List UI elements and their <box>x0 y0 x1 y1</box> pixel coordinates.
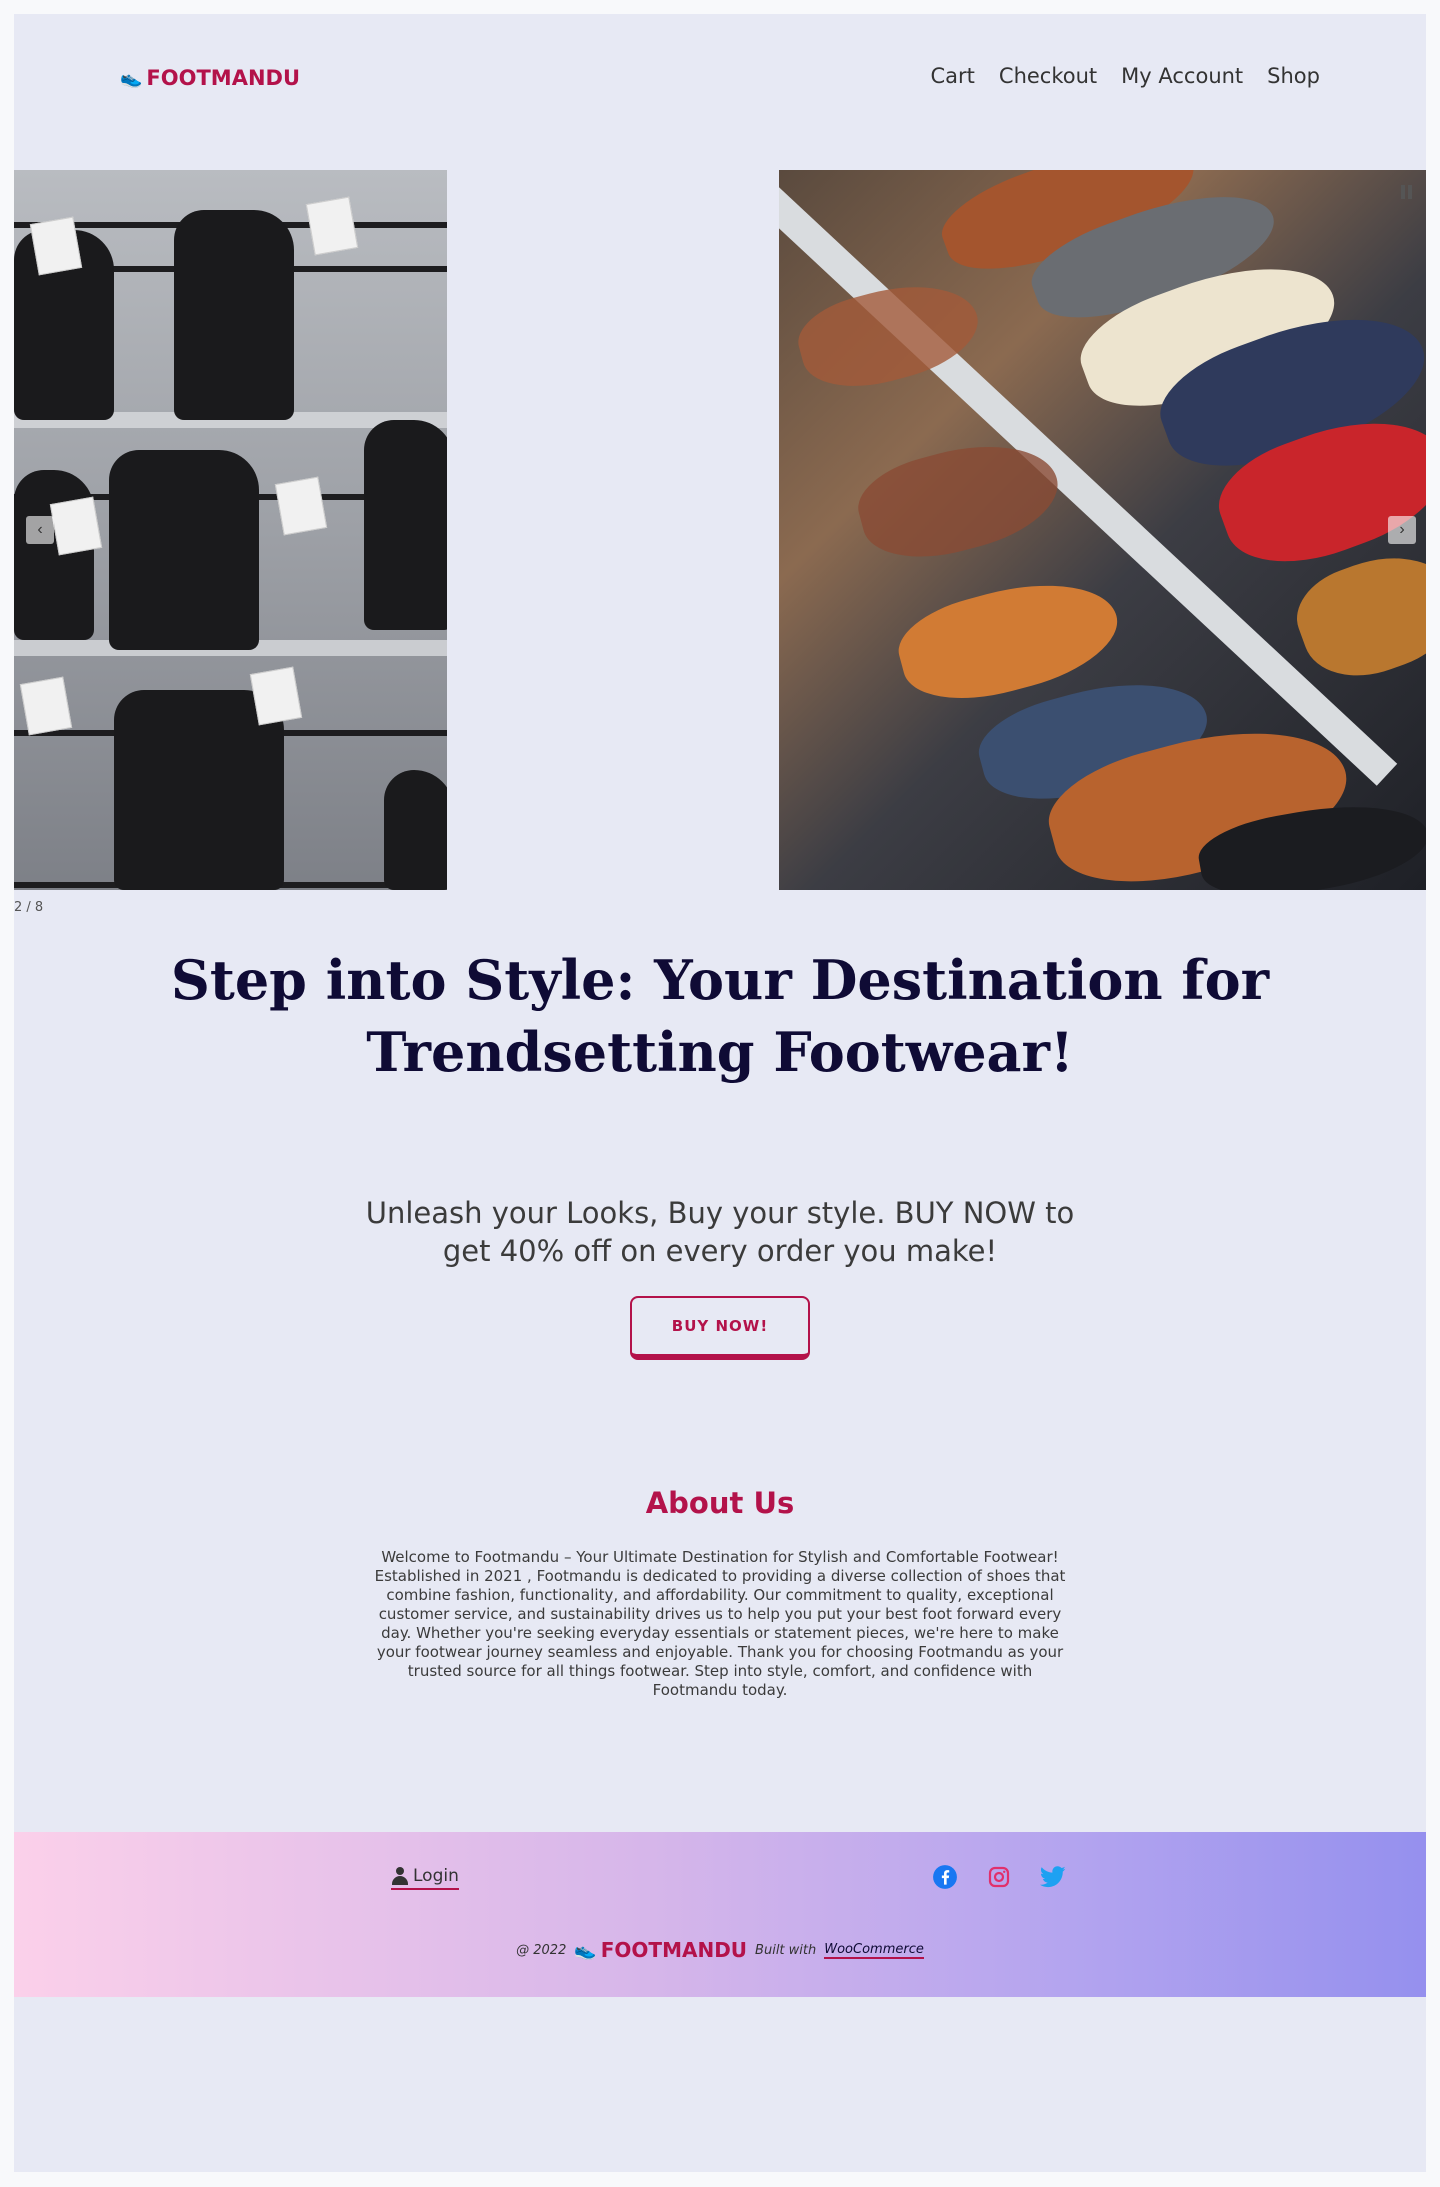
user-icon <box>391 1867 409 1885</box>
chevron-right-icon: › <box>1399 521 1405 538</box>
shoe-icon: 👟 <box>574 1939 597 1961</box>
page: 👟 FOOTMANDU Cart Checkout My Account Sho… <box>14 14 1426 2172</box>
twitter-icon[interactable] <box>1040 1864 1066 1890</box>
slider-pause-button[interactable] <box>1392 178 1420 206</box>
footer-logo-text: FOOTMANDU <box>600 1938 748 1962</box>
copyright-year: @ 2022 <box>516 1942 567 1958</box>
buy-now-button[interactable]: BUY NOW! <box>630 1296 810 1360</box>
site-logo-text: FOOTMANDU <box>146 66 301 90</box>
woocommerce-link[interactable]: WooCommerce <box>824 1942 924 1959</box>
slide-shoes-image <box>779 170 1426 890</box>
hero-title: Step into Style: Your Destination for Tr… <box>170 948 1270 1084</box>
social-links <box>932 1864 1066 1890</box>
image-slider[interactable]: ‹ › <box>14 170 1426 890</box>
slider-prev-button[interactable]: ‹ <box>26 516 54 544</box>
chevron-left-icon: ‹ <box>37 521 43 538</box>
about-title: About Us <box>645 1486 795 1520</box>
nav-cart[interactable]: Cart <box>931 64 975 88</box>
nav-my-account[interactable]: My Account <box>1121 64 1243 88</box>
built-with-text: Built with <box>755 1942 817 1958</box>
login-label: Login <box>413 1866 459 1886</box>
slider-next-button[interactable]: › <box>1388 516 1416 544</box>
main-nav: Cart Checkout My Account Shop <box>931 64 1321 88</box>
shoe-icon: 👟 <box>120 67 143 89</box>
facebook-icon[interactable] <box>932 1864 958 1890</box>
footer-logo[interactable]: 👟 FOOTMANDU <box>574 1938 747 1962</box>
site-logo[interactable]: 👟 FOOTMANDU <box>120 66 300 90</box>
nav-shop[interactable]: Shop <box>1267 64 1320 88</box>
site-header: 👟 FOOTMANDU Cart Checkout My Account Sho… <box>14 14 1426 170</box>
login-link[interactable]: Login <box>391 1866 459 1890</box>
copyright-bar: @ 2022 👟 FOOTMANDU Built with WooCommerc… <box>14 1938 1426 1962</box>
hero-subtitle: Unleash your Looks, Buy your style. BUY … <box>365 1196 1075 1268</box>
instagram-icon[interactable] <box>986 1864 1012 1890</box>
site-footer: Login @ 2022 👟 FOOTMANDU Built with WooC… <box>14 1832 1426 1997</box>
pause-icon <box>1400 185 1405 199</box>
nav-checkout[interactable]: Checkout <box>999 64 1097 88</box>
slider-counter: 2 / 8 <box>14 900 44 915</box>
slide-boots-image <box>14 170 447 890</box>
about-text: Welcome to Footmandu – Your Ultimate Des… <box>374 1548 1066 1699</box>
